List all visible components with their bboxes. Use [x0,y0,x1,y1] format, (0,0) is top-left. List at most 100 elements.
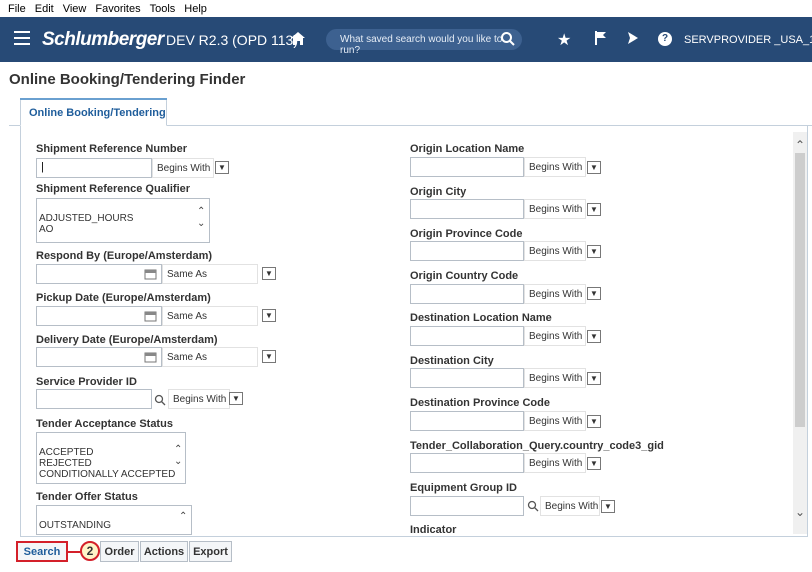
notification-icon[interactable] [626,30,640,46]
origin-loc-input[interactable] [410,157,524,177]
shipment-ref-operator-dropdown-icon[interactable]: ▼ [215,161,229,174]
origin-country-dropdown-icon[interactable]: ▼ [587,287,601,300]
equip-label: Equipment Group ID [410,482,517,494]
browser-menubar: File Edit View Favorites Tools Help [0,0,812,17]
menu-file[interactable]: File [8,3,26,15]
flag-icon[interactable] [594,30,608,46]
equip-operator[interactable]: Begins With [540,496,600,516]
list-item[interactable]: ADJUSTED_HOURS [39,213,209,224]
origin-loc-operator[interactable]: Begins With [524,157,586,177]
dest-loc-dropdown-icon[interactable]: ▼ [587,330,601,343]
offer-status-label: Tender Offer Status [36,491,138,503]
listbox-scroll-arrows-icon[interactable]: ⌃ ⌄ [197,206,205,230]
country3-label: Tender_Collaboration_Query.country_code3… [410,440,664,452]
origin-prov-dropdown-icon[interactable]: ▼ [587,245,601,258]
origin-country-label: Origin Country Code [410,270,519,282]
origin-country-operator[interactable]: Begins With [524,284,586,304]
origin-prov-label: Origin Province Code [410,228,523,240]
equip-input[interactable] [410,496,524,516]
dest-prov-dropdown-icon[interactable]: ▼ [587,415,601,428]
menu-favorites[interactable]: Favorites [95,3,140,15]
shipment-ref-operator[interactable]: Begins With [152,158,214,178]
home-icon[interactable] [290,31,306,46]
delivery-label: Delivery Date (Europe/Amsterdam) [36,334,218,346]
search-button[interactable]: Search [16,541,68,562]
favorites-star-icon[interactable]: ★ [557,30,571,50]
menu-view[interactable]: View [63,3,87,15]
list-item[interactable]: OUTSTANDING [39,520,191,531]
actions-button[interactable]: Actions [140,541,188,562]
list-item[interactable]: REJECTED [39,458,185,469]
sp-id-operator[interactable]: Begins With [168,389,230,409]
delivery-dropdown-icon[interactable]: ▼ [262,350,276,363]
app-header: Schlumberger DEV R2.3 (OPD 113) What sav… [0,17,812,62]
tab-accent [20,98,167,100]
sp-id-input[interactable] [36,389,152,409]
dest-loc-operator[interactable]: Begins With [524,326,586,346]
page-title: Online Booking/Tendering Finder [9,71,246,88]
calendar-icon[interactable] [144,351,157,363]
calendar-icon[interactable] [144,310,157,322]
lookup-search-icon[interactable] [154,394,166,406]
dest-city-input[interactable] [410,368,524,388]
dest-loc-label: Destination Location Name [410,312,552,324]
shipment-qual-label: Shipment Reference Qualifier [36,183,191,195]
sp-id-label: Service Provider ID [36,376,137,388]
origin-city-dropdown-icon[interactable]: ▼ [587,203,601,216]
menu-edit[interactable]: Edit [35,3,54,15]
pickup-operator[interactable]: Same As [162,306,258,326]
dest-city-dropdown-icon[interactable]: ▼ [587,372,601,385]
page-root: File Edit View Favorites Tools Help Schl… [0,0,812,572]
pickup-label: Pickup Date (Europe/Amsterdam) [36,292,211,304]
lookup-search-icon[interactable] [527,500,539,512]
user-menu[interactable]: SERVPROVIDER _USA_1 ▾ [684,33,812,46]
menu-help[interactable]: Help [184,3,207,15]
origin-city-input[interactable] [410,199,524,219]
search-icon[interactable] [500,31,516,47]
tender-status-listbox[interactable]: ACCEPTED REJECTED CONDITIONALLY ACCEPTED [36,432,186,484]
respond-by-dropdown-icon[interactable]: ▼ [262,267,276,280]
country3-dropdown-icon[interactable]: ▼ [587,457,601,470]
list-item[interactable]: ACCEPTED [39,447,185,458]
scroll-up-icon[interactable]: ⌃ [795,138,805,152]
panel-scrollbar-thumb[interactable] [795,153,805,427]
export-button[interactable]: Export [189,541,232,562]
offer-status-listbox[interactable]: OUTSTANDING [36,505,192,535]
list-item[interactable]: CONDITIONALLY ACCEPTED [39,469,185,480]
saved-search-input[interactable]: What saved search would you like to run? [326,29,522,56]
dest-prov-operator[interactable]: Begins With [524,411,586,431]
brand-logo: Schlumberger [42,29,164,50]
dest-city-label: Destination City [410,355,494,367]
delivery-operator[interactable]: Same As [162,347,258,367]
tender-status-label: Tender Acceptance Status [36,418,173,430]
list-item[interactable]: AO [39,224,209,235]
dest-prov-label: Destination Province Code [410,397,550,409]
country3-operator[interactable]: Begins With [524,453,586,473]
listbox-scroll-arrows-icon[interactable]: ⌃ [179,511,187,523]
listbox-scroll-arrows-icon[interactable]: ⌃ ⌄ [174,444,182,468]
origin-loc-dropdown-icon[interactable]: ▼ [587,161,601,174]
environment-label: DEV R2.3 (OPD 113) [166,32,299,48]
origin-country-input[interactable] [410,284,524,304]
dest-prov-input[interactable] [410,411,524,431]
hamburger-menu-icon[interactable] [14,31,30,45]
order-button[interactable]: Order [100,541,139,562]
calendar-icon[interactable] [144,268,157,280]
respond-by-operator[interactable]: Same As [162,264,258,284]
dest-city-operator[interactable]: Begins With [524,368,586,388]
sp-id-dropdown-icon[interactable]: ▼ [229,392,243,405]
help-icon[interactable]: ? [658,32,672,46]
origin-loc-label: Origin Location Name [410,143,525,155]
menu-tools[interactable]: Tools [150,3,176,15]
shipment-ref-input[interactable]: | [36,158,152,178]
tab-online-booking[interactable]: Online Booking/Tendering [20,98,167,126]
origin-prov-operator[interactable]: Begins With [524,241,586,261]
scroll-down-icon[interactable]: ⌄ [795,505,805,519]
origin-prov-input[interactable] [410,241,524,261]
origin-city-operator[interactable]: Begins With [524,199,586,219]
dest-loc-input[interactable] [410,326,524,346]
equip-dropdown-icon[interactable]: ▼ [601,500,615,513]
country3-input[interactable] [410,453,524,473]
pickup-dropdown-icon[interactable]: ▼ [262,309,276,322]
shipment-qual-listbox[interactable]: ADJUSTED_HOURS AO [36,198,210,243]
